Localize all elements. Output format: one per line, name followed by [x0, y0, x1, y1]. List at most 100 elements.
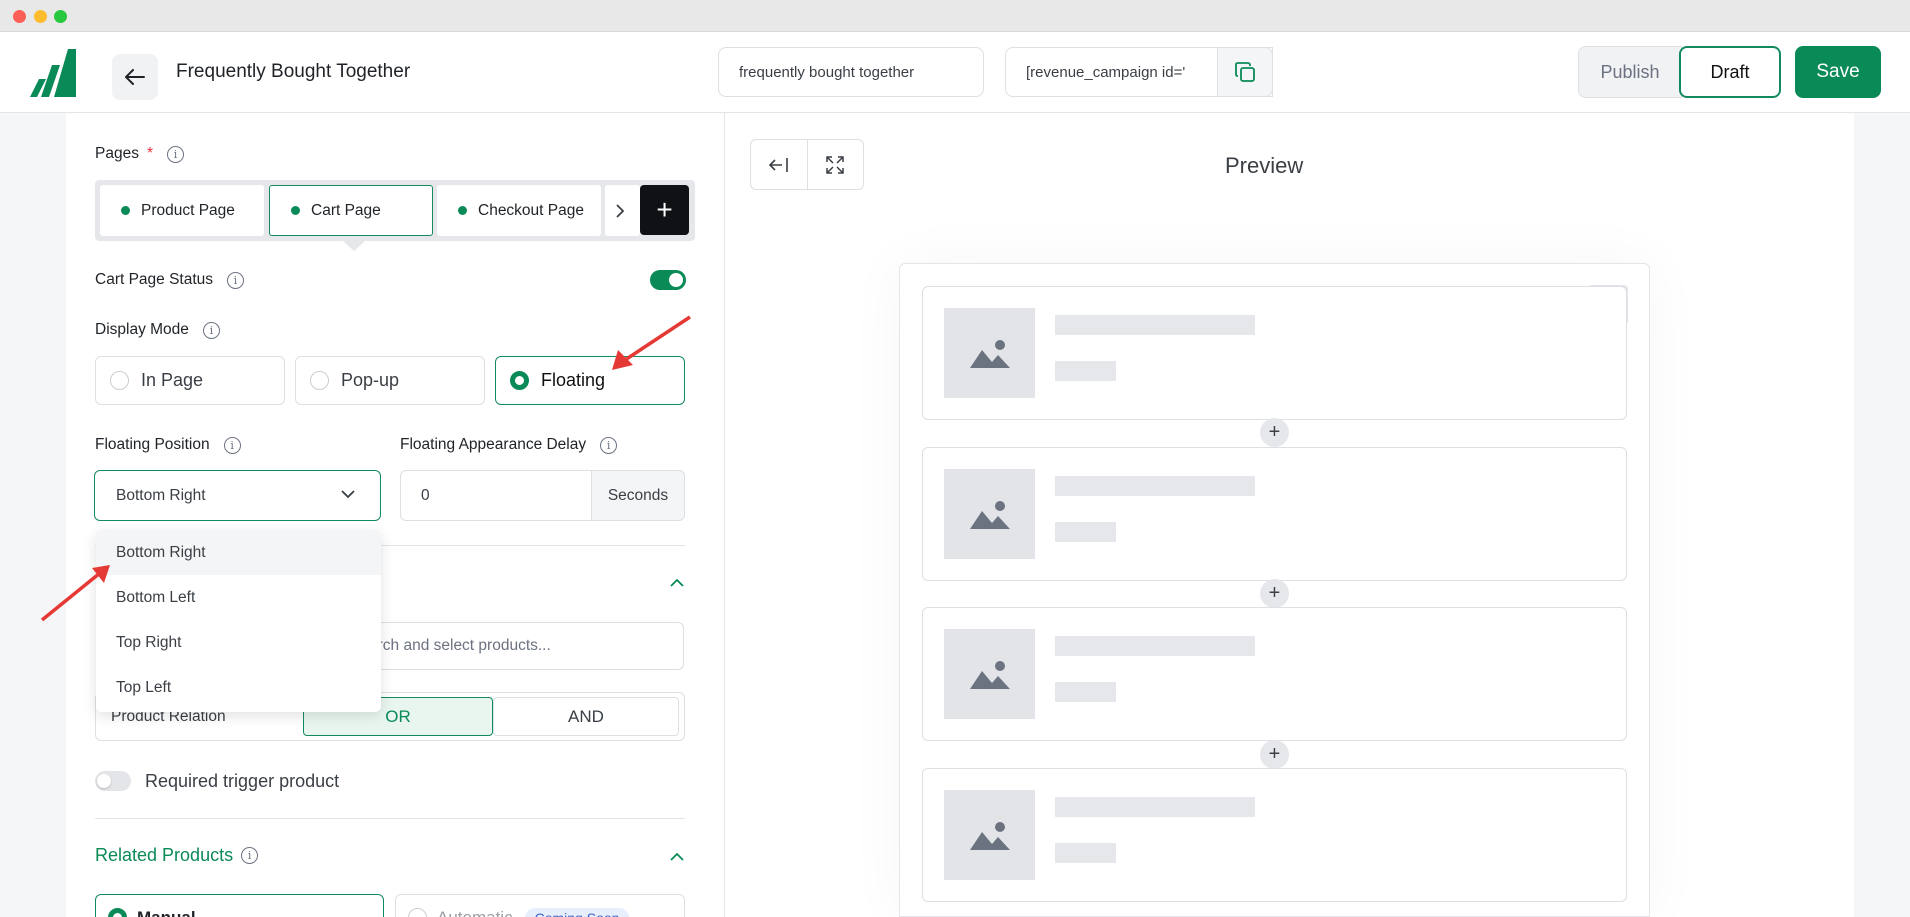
price-skeleton — [1055, 682, 1116, 702]
title-skeleton — [1055, 315, 1255, 335]
info-icon[interactable]: i — [167, 145, 184, 163]
info-icon[interactable]: i — [202, 321, 220, 339]
floating-position-label: Floating Position i — [95, 436, 241, 454]
dropdown-option-bottom-left[interactable]: Bottom Left — [96, 575, 381, 620]
chevron-down-icon — [341, 490, 355, 499]
info-icon[interactable]: i — [227, 271, 245, 289]
active-dot — [291, 206, 300, 215]
info-icon[interactable]: i — [241, 847, 259, 864]
toggle-knob — [97, 774, 111, 788]
pages-label: Pages * i — [95, 145, 184, 163]
floating-position-label-text: Floating Position — [95, 436, 210, 453]
image-placeholder-icon — [944, 469, 1035, 559]
radio-label: Floating — [541, 370, 606, 390]
trigger-product-search[interactable]: arch and select products... — [360, 622, 684, 670]
dropdown-option-top-left[interactable]: Top Left — [96, 665, 381, 710]
title-skeleton — [1055, 476, 1255, 496]
toolbar-divider — [807, 140, 808, 189]
relation-and-button[interactable]: AND — [493, 697, 679, 736]
window-titlebar — [0, 0, 1910, 32]
floating-delay-input[interactable]: 0 — [400, 470, 592, 521]
delay-unit-label: Seconds — [591, 470, 685, 521]
preview-product-card — [922, 607, 1627, 741]
radio-circle — [510, 371, 529, 390]
back-button[interactable] — [112, 54, 158, 100]
image-placeholder-icon — [944, 790, 1035, 880]
status-label-text: Cart Page Status — [95, 271, 214, 288]
add-page-button[interactable]: + — [640, 185, 689, 235]
toggle-knob — [669, 273, 683, 287]
preview-product-card — [922, 447, 1627, 581]
radio-circle — [310, 371, 329, 390]
top-header: Frequently Bought Together frequently bo… — [0, 32, 1910, 113]
divider — [95, 818, 685, 819]
status-label: Cart Page Status i — [95, 271, 245, 289]
campaign-name-input[interactable]: frequently bought together — [718, 47, 984, 97]
publish-button[interactable]: Publish — [1578, 46, 1682, 98]
required-mark: * — [146, 145, 153, 162]
floating-delay-label-text: Floating Appearance Delay — [400, 436, 587, 453]
active-tab-pointer — [343, 241, 365, 251]
floating-position-select[interactable]: Bottom Right — [94, 470, 381, 521]
image-placeholder-icon — [944, 629, 1035, 719]
copy-shortcode-button[interactable] — [1217, 47, 1273, 97]
save-button[interactable]: Save — [1795, 46, 1881, 98]
brand-logo-icon — [30, 49, 76, 97]
radio-circle — [108, 908, 127, 917]
related-mode-automatic[interactable]: Automatic Coming Soon — [395, 894, 685, 917]
preview-toolbar — [750, 139, 864, 190]
chevron-right-icon — [616, 203, 625, 218]
radio-circle — [110, 371, 129, 390]
display-mode-label: Display Mode i — [95, 321, 220, 339]
price-skeleton — [1055, 843, 1116, 863]
radio-label: Automatic — [437, 908, 513, 917]
page-title: Frequently Bought Together — [176, 61, 411, 82]
required-trigger-toggle[interactable] — [95, 771, 131, 791]
collapse-left-icon[interactable] — [767, 156, 791, 179]
title-skeleton — [1055, 636, 1255, 656]
tabs-scroll-right[interactable] — [605, 185, 640, 236]
window-minimize-dot[interactable] — [34, 10, 47, 23]
preview-product-card — [922, 768, 1627, 902]
tab-label: Cart Page — [311, 201, 381, 219]
chevron-up-icon[interactable] — [669, 578, 685, 588]
plus-icon: + — [1260, 579, 1289, 608]
image-placeholder-icon — [944, 308, 1035, 398]
radio-label: Pop-up — [341, 370, 400, 390]
plus-icon: + — [1260, 740, 1289, 769]
info-icon[interactable]: i — [223, 436, 241, 454]
radio-circle — [408, 908, 427, 917]
radio-label: Manual — [137, 908, 196, 917]
tab-checkout-page[interactable]: Checkout Page — [437, 185, 601, 236]
tab-cart-page[interactable]: Cart Page — [269, 185, 433, 236]
expand-icon[interactable] — [825, 155, 845, 180]
display-mode-popup[interactable]: Pop-up — [295, 356, 485, 405]
dropdown-option-top-right[interactable]: Top Right — [96, 620, 381, 665]
select-value: Bottom Right — [116, 486, 206, 504]
preview-product-card — [922, 286, 1627, 420]
cart-page-status-toggle[interactable] — [650, 270, 686, 290]
window-zoom-dot[interactable] — [54, 10, 67, 23]
radio-label: In Page — [141, 370, 204, 390]
price-skeleton — [1055, 522, 1116, 542]
window-close-dot[interactable] — [13, 10, 26, 23]
tab-label: Product Page — [141, 201, 235, 219]
display-mode-floating[interactable]: Floating — [495, 356, 685, 405]
tab-label: Checkout Page — [478, 201, 584, 219]
dropdown-option-bottom-right[interactable]: Bottom Right — [96, 530, 381, 575]
display-mode-label-text: Display Mode — [95, 321, 189, 338]
copy-icon — [1235, 62, 1255, 82]
price-skeleton — [1055, 361, 1116, 381]
pages-label-text: Pages — [95, 145, 139, 162]
display-mode-in-page[interactable]: In Page — [95, 356, 285, 405]
related-mode-manual[interactable]: Manual — [95, 894, 384, 917]
active-dot — [121, 206, 130, 215]
tab-product-page[interactable]: Product Page — [100, 185, 264, 236]
chevron-up-icon[interactable] — [669, 852, 685, 862]
related-products-title-text: Related Products — [95, 845, 234, 865]
page-tabs: Product Page Cart Page Checkout Page — [95, 180, 695, 241]
draft-button[interactable]: Draft — [1679, 46, 1781, 98]
active-dot — [458, 206, 467, 215]
floating-delay-label: Floating Appearance Delay i — [400, 436, 618, 454]
info-icon[interactable]: i — [600, 436, 618, 454]
